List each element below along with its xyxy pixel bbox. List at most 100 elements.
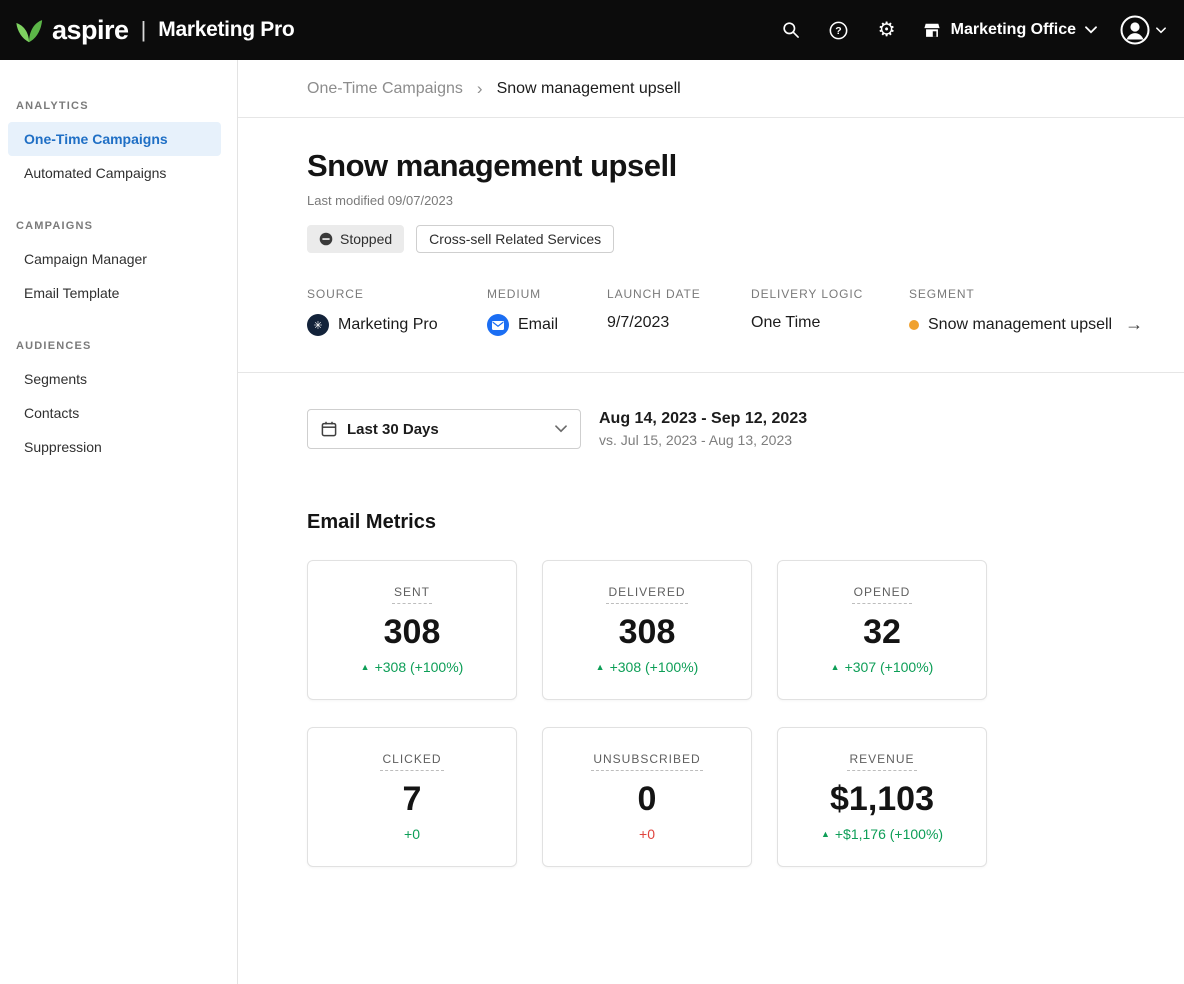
- chevron-down-icon: [555, 425, 567, 433]
- metric-change: +0: [639, 826, 655, 842]
- date-range-dropdown[interactable]: Last 30 Days: [307, 409, 581, 449]
- date-range-selected: Last 30 Days: [347, 421, 545, 438]
- metric-value: 7: [403, 780, 422, 819]
- metric-card-delivered: DELIVERED 308 ▲ +308 (+100%): [542, 560, 752, 700]
- last-modified-text: Last modified 09/07/2023: [307, 193, 1144, 208]
- topbar: aspire | Marketing Pro ? ⚙: [0, 0, 1184, 60]
- breadcrumb-parent-link[interactable]: One-Time Campaigns: [307, 80, 463, 98]
- section-title-analytics: ANALYTICS: [0, 100, 237, 112]
- metric-change-text: +308 (+100%): [610, 659, 699, 675]
- email-icon: [487, 314, 509, 336]
- metric-change: ▲ +308 (+100%): [361, 659, 464, 675]
- metric-value: 0: [638, 780, 657, 819]
- campaign-header: Snow management upsell Last modified 09/…: [238, 118, 1184, 372]
- sidebar-item-email-template[interactable]: Email Template: [8, 276, 221, 310]
- gear-icon: ⚙: [878, 20, 896, 40]
- sidebar-item-contacts[interactable]: Contacts: [8, 396, 221, 430]
- badges-row: Stopped Cross-sell Related Services: [307, 225, 1144, 253]
- brand-aspire-text: aspire: [52, 15, 129, 46]
- breadcrumb-current: Snow management upsell: [497, 80, 681, 98]
- status-badge: Stopped: [307, 225, 404, 253]
- sidebar-item-one-time-campaigns[interactable]: One-Time Campaigns: [8, 122, 221, 156]
- metric-label: UNSUBSCRIBED: [591, 752, 702, 771]
- detail-label: MEDIUM: [487, 287, 607, 301]
- metric-card-unsubscribed: UNSUBSCRIBED 0 +0: [542, 727, 752, 867]
- brand-product-text: Marketing Pro: [158, 18, 294, 42]
- sidebar-item-automated-campaigns[interactable]: Automated Campaigns: [8, 156, 221, 190]
- chevron-down-icon: [1156, 27, 1166, 34]
- metrics-grid: SENT 308 ▲ +308 (+100%) DELIVERED 308 ▲ …: [307, 560, 1144, 867]
- current-range-text: Aug 14, 2023 - Sep 12, 2023: [599, 410, 807, 428]
- sidebar-item-campaign-manager[interactable]: Campaign Manager: [8, 242, 221, 276]
- metric-value: 308: [619, 613, 676, 652]
- sidebar-section-audiences: AUDIENCES Segments Contacts Suppression: [0, 340, 237, 464]
- metric-label: SENT: [392, 585, 432, 604]
- topbar-actions: ? ⚙ Marketing Office: [778, 14, 1166, 46]
- metric-label: DELIVERED: [606, 585, 687, 604]
- detail-label: DELIVERY LOGIC: [751, 287, 909, 301]
- metric-change: ▲ +307 (+100%): [831, 659, 934, 675]
- metric-value: 308: [384, 613, 441, 652]
- section-title-campaigns: CAMPAIGNS: [0, 220, 237, 232]
- sidebar-section-analytics: ANALYTICS One-Time Campaigns Automated C…: [0, 100, 237, 190]
- analytics-section: Last 30 Days Aug 14, 2023 - Sep 12, 2023…: [238, 373, 1184, 867]
- launch-date-text: 9/7/2023: [607, 314, 669, 332]
- help-icon: ?: [828, 20, 849, 41]
- detail-launch-date: LAUNCH DATE 9/7/2023: [607, 287, 751, 336]
- search-button[interactable]: [778, 17, 804, 43]
- status-badge-label: Stopped: [340, 231, 392, 247]
- campaign-tag-badge: Cross-sell Related Services: [416, 225, 614, 253]
- comparison-range-text: vs. Jul 15, 2023 - Aug 13, 2023: [599, 432, 807, 448]
- up-triangle-icon: ▲: [361, 663, 370, 672]
- sidebar-item-segments[interactable]: Segments: [8, 362, 221, 396]
- campaign-tag-label: Cross-sell Related Services: [429, 231, 601, 247]
- calendar-icon: [321, 421, 337, 437]
- metric-change: ▲ +308 (+100%): [596, 659, 699, 675]
- up-triangle-icon: ▲: [596, 663, 605, 672]
- detail-value: 9/7/2023: [607, 314, 751, 332]
- main-content: One-Time Campaigns › Snow management ups…: [238, 60, 1184, 984]
- source-value-text: Marketing Pro: [338, 316, 438, 334]
- page-title: Snow management upsell: [307, 148, 1144, 184]
- metric-card-clicked: CLICKED 7 +0: [307, 727, 517, 867]
- campaign-details-row: SOURCE ✳ Marketing Pro MEDIUM: [307, 287, 1144, 336]
- account-menu[interactable]: [1119, 14, 1166, 46]
- marketing-pro-icon: ✳: [307, 314, 329, 336]
- metric-card-opened: OPENED 32 ▲ +307 (+100%): [777, 560, 987, 700]
- metric-change-text: +0: [639, 826, 655, 842]
- help-button[interactable]: ?: [826, 17, 852, 43]
- metric-change-text: +$1,176 (+100%): [835, 826, 943, 842]
- svg-text:?: ?: [835, 25, 841, 37]
- detail-medium: MEDIUM Email: [487, 287, 607, 336]
- metric-change-text: +0: [404, 826, 420, 842]
- delivery-logic-text: One Time: [751, 314, 820, 332]
- segment-link[interactable]: Snow management upsell →: [909, 314, 1143, 335]
- breadcrumb: One-Time Campaigns › Snow management ups…: [238, 60, 1184, 118]
- up-triangle-icon: ▲: [821, 830, 830, 839]
- metric-label: CLICKED: [380, 752, 443, 771]
- office-selector[interactable]: Marketing Office: [922, 21, 1097, 40]
- detail-label: LAUNCH DATE: [607, 287, 751, 301]
- aspire-leaf-icon: [14, 15, 44, 45]
- medium-value-text: Email: [518, 316, 558, 334]
- sidebar-item-suppression[interactable]: Suppression: [8, 430, 221, 464]
- office-name: Marketing Office: [951, 21, 1076, 39]
- detail-segment: SEGMENT Snow management upsell →: [909, 287, 1143, 336]
- sidebar: ANALYTICS One-Time Campaigns Automated C…: [0, 60, 238, 984]
- metric-change: +0: [404, 826, 420, 842]
- metric-value: $1,103: [830, 780, 934, 819]
- metric-card-revenue: REVENUE $1,103 ▲ +$1,176 (+100%): [777, 727, 987, 867]
- metric-change-text: +308 (+100%): [375, 659, 464, 675]
- date-range-display: Aug 14, 2023 - Sep 12, 2023 vs. Jul 15, …: [599, 409, 807, 448]
- metrics-heading: Email Metrics: [307, 511, 1144, 534]
- stopped-icon: [319, 232, 333, 246]
- metric-change-text: +307 (+100%): [845, 659, 934, 675]
- detail-label: SEGMENT: [909, 287, 1143, 301]
- metric-value: 32: [863, 613, 901, 652]
- settings-button[interactable]: ⚙: [874, 17, 900, 43]
- arrow-right-icon[interactable]: →: [1125, 314, 1143, 335]
- detail-label: SOURCE: [307, 287, 487, 301]
- detail-source: SOURCE ✳ Marketing Pro: [307, 287, 487, 336]
- brand-divider: |: [141, 17, 147, 43]
- asterisk-glyph: ✳: [313, 319, 322, 332]
